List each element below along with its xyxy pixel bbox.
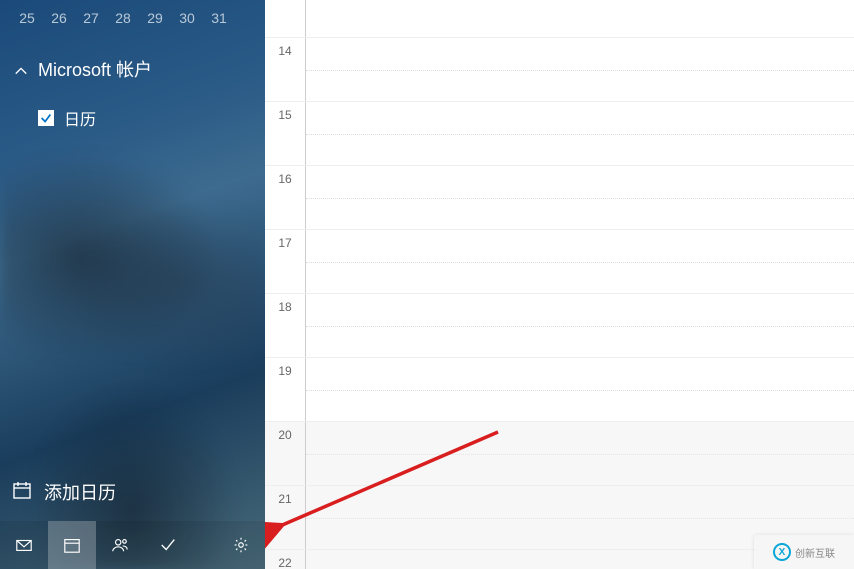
time-label: 15 [265, 102, 306, 165]
time-slot[interactable] [306, 38, 854, 101]
mini-cal-day[interactable]: 31 [210, 10, 228, 26]
time-row[interactable]: 18 [265, 294, 854, 358]
chevron-up-icon [14, 62, 28, 76]
todo-button[interactable] [144, 521, 192, 569]
time-slot[interactable] [306, 166, 854, 229]
watermark: X 创新互联 [754, 535, 854, 569]
time-row[interactable]: 15 [265, 102, 854, 166]
time-label: 19 [265, 358, 306, 421]
sidebar: 25 26 27 28 29 30 31 Microsoft 帐户 日历 添加日历 [0, 0, 265, 569]
time-slot[interactable] [306, 294, 854, 357]
calendar-checkbox[interactable] [38, 110, 54, 126]
time-row[interactable]: 19 [265, 358, 854, 422]
time-label: 22 [265, 550, 306, 569]
time-label: 16 [265, 166, 306, 229]
watermark-text: 创新互联 [795, 545, 835, 560]
people-button[interactable] [96, 521, 144, 569]
calendar-add-icon [12, 480, 32, 505]
mini-cal-day[interactable]: 28 [114, 10, 132, 26]
mini-calendar-row: 25 26 27 28 29 30 31 [0, 0, 265, 36]
account-toggle[interactable]: Microsoft 帐户 [0, 36, 265, 92]
add-calendar-button[interactable]: 添加日历 [0, 463, 265, 521]
day-view[interactable]: 141516171819202122 [265, 0, 854, 569]
time-label [265, 0, 306, 37]
time-row[interactable]: 20 [265, 422, 854, 486]
watermark-logo-icon: X [773, 543, 791, 561]
time-slot[interactable] [306, 422, 854, 485]
bottom-nav-bar [0, 521, 265, 569]
time-slot[interactable] [306, 358, 854, 421]
time-row[interactable]: 14 [265, 38, 854, 102]
mini-cal-day[interactable]: 29 [146, 10, 164, 26]
mini-cal-day[interactable]: 30 [178, 10, 196, 26]
time-row[interactable]: 17 [265, 230, 854, 294]
calendar-list-item[interactable]: 日历 [0, 92, 265, 144]
time-row[interactable]: 16 [265, 166, 854, 230]
time-label: 21 [265, 486, 306, 549]
mini-cal-day[interactable]: 26 [50, 10, 68, 26]
mini-cal-day[interactable]: 27 [82, 10, 100, 26]
time-slot[interactable] [306, 230, 854, 293]
calendar-item-label: 日历 [64, 106, 96, 130]
account-label: Microsoft 帐户 [38, 56, 152, 82]
time-label: 18 [265, 294, 306, 357]
add-calendar-label: 添加日历 [44, 479, 116, 505]
time-label: 20 [265, 422, 306, 485]
time-slot[interactable] [306, 0, 854, 37]
settings-button[interactable] [217, 521, 265, 569]
time-label: 17 [265, 230, 306, 293]
mini-cal-day[interactable]: 25 [18, 10, 36, 26]
time-row[interactable] [265, 0, 854, 38]
mail-button[interactable] [0, 521, 48, 569]
time-label: 14 [265, 38, 306, 101]
calendar-button[interactable] [48, 521, 96, 569]
time-slot[interactable] [306, 102, 854, 165]
